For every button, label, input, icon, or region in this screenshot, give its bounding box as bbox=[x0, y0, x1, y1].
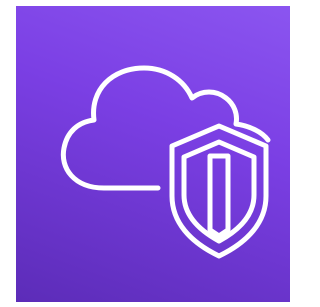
cloud-outline bbox=[60, 65, 271, 191]
shield-center-bar bbox=[207, 153, 231, 239]
cloud-shield-icon bbox=[60, 65, 271, 259]
service-icon-tile bbox=[16, 6, 290, 302]
